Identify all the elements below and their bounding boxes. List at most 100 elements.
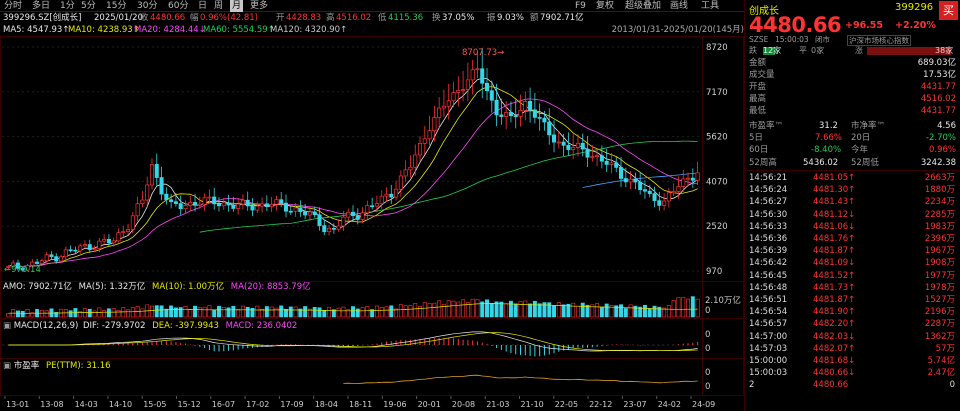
candle-down — [623, 178, 628, 183]
candle-up — [116, 232, 121, 242]
amo-bar — [322, 310, 327, 318]
main-panel-border — [0, 36, 744, 282]
macd-graph — [2, 331, 702, 357]
candle-up — [360, 212, 365, 220]
x-tick-label: 14-03 — [75, 400, 98, 409]
amo-bar — [78, 310, 83, 318]
candle-up — [149, 164, 155, 186]
tick-price: 4481.73↑ — [813, 282, 856, 293]
amo-bar — [274, 307, 279, 318]
tick-list[interactable]: 14:56:21 4481.05↑ 2663万 14:56:24 4481.30↑ 188… — [745, 172, 960, 402]
amo-bar — [408, 305, 413, 318]
candle-down — [159, 177, 164, 195]
tick-volume: 0 — [949, 380, 955, 391]
amo-bar — [327, 306, 332, 318]
breadth-row: 跌 12家 平 0家 涨 38家 — [749, 46, 955, 56]
x-tick-label: 16-07 — [212, 400, 235, 409]
tick-row: 14:56:54 4481.90↑ 2196万 — [749, 306, 959, 318]
tick-time: 14:56:30 — [749, 209, 788, 220]
amo-bar — [504, 303, 509, 318]
candle-down — [250, 205, 255, 211]
candle-up — [384, 193, 389, 197]
candle-up — [374, 203, 379, 207]
ma-lines — [8, 77, 698, 268]
candle-down — [245, 199, 250, 207]
amo-bar — [456, 301, 461, 318]
amo-bar — [437, 300, 442, 318]
candle-up — [666, 192, 671, 202]
tick-volume: 2396万 — [924, 234, 955, 244]
tick-time: 14:57:03 — [749, 343, 788, 354]
tick-volume: 1983万 — [924, 221, 955, 232]
candle-up — [441, 105, 446, 109]
low-marker: ←970.14 — [4, 265, 41, 275]
x-tick-label: 22-12 — [589, 400, 612, 409]
tick-price: 4481.09↓ — [813, 258, 856, 269]
amo-bar — [130, 307, 135, 318]
amo-bar — [154, 305, 159, 318]
amo-bar — [418, 306, 422, 318]
tick-time: 14:56:54 — [749, 307, 788, 318]
tick-price: 4482.20↑ — [813, 319, 856, 330]
amo-bar — [39, 309, 44, 318]
macd-dif: DIF: -279.9702 — [83, 321, 146, 331]
amo-bar — [15, 310, 20, 318]
quote-panel: 创成长 399296 买 4480.66 +96.55 +2.20% SZSE … — [744, 0, 960, 411]
x-tick-label: 18-04 — [315, 400, 338, 409]
tick-volume: 2196万 — [924, 307, 955, 318]
amo-bar — [365, 306, 370, 318]
buy-button[interactable]: 买 — [939, 1, 958, 20]
low-row: 最低 4431.77 — [749, 106, 956, 116]
fall-label: 跌 — [749, 46, 757, 55]
amo-bar — [532, 300, 537, 318]
candle-up — [346, 211, 351, 218]
pe-settings-icon[interactable]: ▣ — [3, 361, 11, 371]
index-code: 399296 — [895, 2, 934, 13]
amo-bar — [355, 308, 360, 318]
candle-down — [106, 238, 111, 244]
tick-row: 14:56:21 4481.05↑ 2663万 — [749, 172, 959, 184]
amo-title: AMO: 7902.71亿 MA(5): 1.32万亿 MA(10): 1.00… — [3, 282, 311, 293]
kline-chart-area[interactable]: 87207170562040702520970 8707.73→←970.14 … — [0, 0, 744, 411]
candle-up — [274, 199, 279, 205]
week52-row: 52周高 5436.02 52周低 3242.38 — [749, 158, 956, 168]
amo-bar — [422, 302, 427, 318]
tick-volume: 2234万 — [924, 197, 955, 208]
candle-up — [207, 196, 212, 199]
amo-bar — [236, 309, 241, 318]
candle-down — [585, 148, 590, 158]
amo-bars — [6, 296, 700, 318]
candle-down — [551, 134, 557, 143]
amo-bar — [508, 300, 513, 318]
tick-time: 14:56:48 — [749, 282, 788, 293]
pe-graph — [343, 374, 698, 385]
y-tick-label: 7170 — [706, 88, 728, 98]
x-tick-label: 14-10 — [109, 400, 132, 409]
amo-bar — [126, 309, 131, 318]
pe-ttm: PE(TTM): 31.16 — [45, 361, 111, 371]
tick-price: 4481.05↑ — [813, 173, 856, 183]
amo-bar — [188, 309, 193, 318]
candle-down — [657, 200, 662, 206]
amo-bar — [360, 307, 365, 318]
pe-label: 市盈率 — [13, 361, 40, 371]
candle-up — [398, 175, 403, 190]
candle-up — [595, 155, 600, 158]
candle-down — [633, 178, 638, 183]
amo-bar — [619, 304, 624, 318]
y-tick-label: 8720 — [706, 43, 728, 53]
amo-bar — [604, 303, 609, 318]
candle-down — [288, 210, 293, 213]
macd-settings-icon[interactable]: ▣ — [3, 321, 11, 331]
tick-time: 14:56:36 — [749, 234, 788, 244]
macd-label: MACD(12,26,9) — [13, 321, 79, 331]
candle-down — [331, 227, 336, 230]
tick-time: 14:56:39 — [749, 246, 788, 257]
x-tick-label: 19-06 — [383, 400, 406, 409]
x-tick-label: 22-05 — [555, 400, 578, 409]
amo-bar — [642, 304, 647, 318]
amo-bar — [528, 303, 533, 318]
candle-down — [54, 256, 59, 262]
candle-up — [662, 200, 667, 206]
high-row: 最高 4516.02 — [749, 94, 956, 104]
